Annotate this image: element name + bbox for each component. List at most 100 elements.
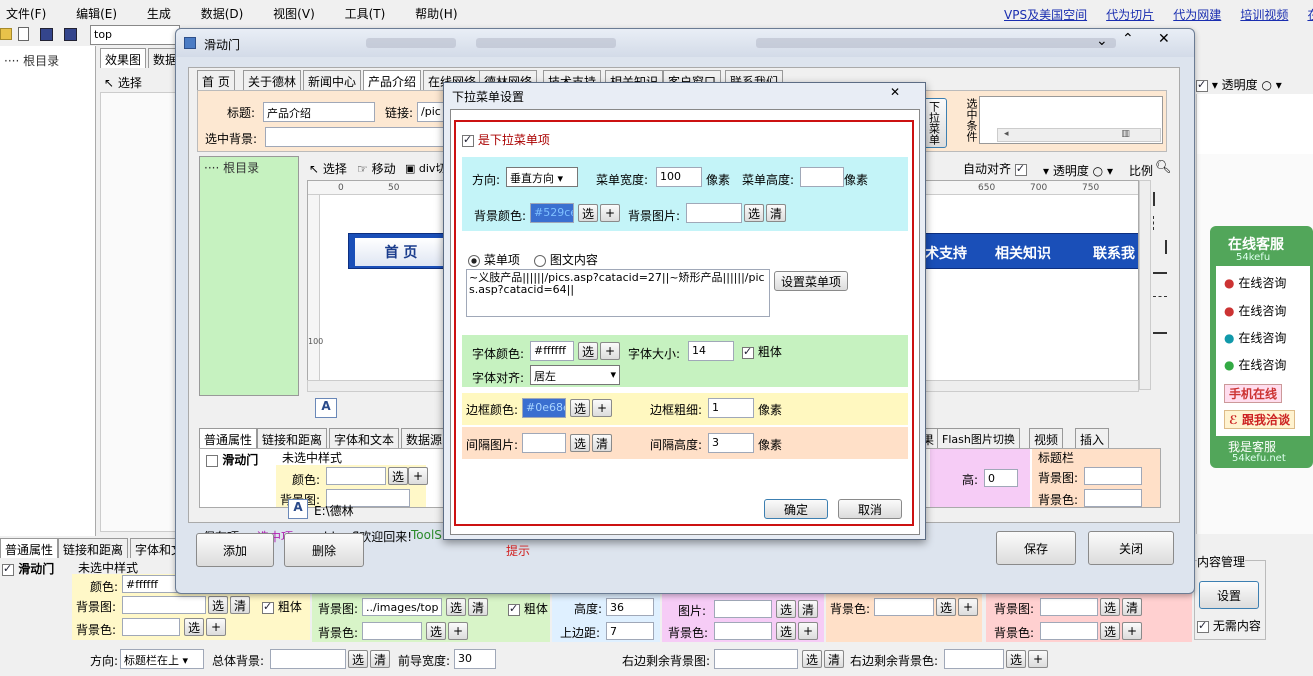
skype-consult[interactable]: ● 在线咨询 bbox=[1224, 329, 1286, 346]
gap-img-input[interactable] bbox=[522, 433, 566, 453]
font-color-add[interactable]: + bbox=[600, 342, 620, 360]
dropdown-close-icon[interactable]: ✕ bbox=[890, 85, 900, 99]
prop-height-input[interactable]: 0 bbox=[984, 469, 1018, 487]
bottom-bgcolor-add[interactable]: + bbox=[206, 618, 226, 636]
bottom-bold[interactable]: 粗体 bbox=[262, 598, 302, 615]
minimize-icon[interactable]: ⌄ bbox=[1096, 33, 1108, 49]
bottom-bgcolor5-add[interactable]: + bbox=[1122, 622, 1142, 640]
prop-tab-datasource[interactable]: 数据源 bbox=[401, 428, 448, 448]
bottom-bgimg2-clear[interactable]: 清 bbox=[468, 598, 488, 616]
mobile-online[interactable]: 手机在线 bbox=[1224, 384, 1283, 403]
menu-height-input[interactable] bbox=[800, 167, 844, 187]
bottom-bgimg5-clear[interactable]: 清 bbox=[1122, 598, 1142, 616]
font-color-pick[interactable]: 选 bbox=[578, 342, 598, 360]
bottom-top-input[interactable]: 7 bbox=[606, 622, 654, 640]
link-online[interactable]: 在线 bbox=[1307, 8, 1313, 22]
prop-color-input[interactable] bbox=[326, 467, 386, 485]
bottom-right-bgc-input[interactable] bbox=[944, 649, 1004, 669]
prop-bgimg2-input[interactable] bbox=[1084, 467, 1142, 485]
bottom-bold2[interactable]: 粗体 bbox=[508, 600, 548, 617]
content-setting-button[interactable]: 设置 bbox=[1199, 581, 1259, 609]
font-color-input[interactable]: #ffffff bbox=[530, 341, 574, 361]
bottom-bgcolor2-input[interactable] bbox=[362, 622, 422, 640]
no-content-check[interactable]: 无需内容 bbox=[1197, 617, 1261, 634]
menu-width-input[interactable]: 100 bbox=[656, 167, 702, 187]
gap-img-pick[interactable]: 选 bbox=[570, 434, 590, 452]
align-middle-icon[interactable] bbox=[1153, 296, 1167, 310]
link-slice[interactable]: 代为切片 bbox=[1106, 8, 1154, 22]
prop-tab-flash[interactable]: Flash图片切换 bbox=[937, 428, 1020, 448]
align-bottom-icon[interactable] bbox=[1153, 320, 1167, 334]
prop-color-pick[interactable]: 选 bbox=[388, 467, 408, 485]
menu-data[interactable]: 数据(D) bbox=[201, 7, 244, 21]
bottom-bgimg-input[interactable] bbox=[122, 596, 206, 614]
auto-align-label[interactable]: 自动对齐 bbox=[963, 160, 1027, 177]
opacity-label[interactable]: ▾ 透明度 ○ ▾ bbox=[1212, 78, 1282, 92]
tab-products[interactable]: 产品介绍 bbox=[363, 70, 422, 90]
prop-tab-common[interactable]: 普通属性 bbox=[199, 428, 258, 448]
gap-height-input[interactable]: 3 bbox=[708, 433, 754, 453]
bottom-bgimg-pick[interactable]: 选 bbox=[208, 596, 228, 614]
border-color-input[interactable]: #0e68e6 bbox=[522, 398, 566, 418]
bottom-total-bg-clear[interactable]: 清 bbox=[370, 650, 390, 668]
zoom-icon[interactable]: 🔍︎ bbox=[1155, 160, 1172, 175]
preview-nav-tech[interactable]: 术支持 bbox=[925, 243, 967, 263]
bottom-bgcolor-input[interactable] bbox=[122, 618, 180, 636]
font-align-select[interactable]: 居左 ▾ bbox=[530, 365, 620, 385]
qq-consult-1[interactable]: ● 在线咨询 bbox=[1224, 274, 1286, 291]
bottom-right-bg-clear[interactable]: 清 bbox=[824, 650, 844, 668]
bottom-right-bg-pick[interactable]: 选 bbox=[802, 650, 822, 668]
add-button[interactable]: 添加 bbox=[196, 533, 274, 567]
bottom-right-bg-input[interactable] bbox=[714, 649, 798, 669]
title-input[interactable]: 产品介绍 bbox=[263, 102, 375, 122]
bottom-bgcolor4-pick[interactable]: 选 bbox=[936, 598, 956, 616]
tab-news[interactable]: 新闻中心 bbox=[303, 70, 362, 90]
maximize-icon[interactable]: ⌃ bbox=[1122, 31, 1134, 47]
menu-build[interactable]: 生成 bbox=[147, 7, 171, 21]
bgcolor-input[interactable]: #529ce2 bbox=[530, 203, 574, 223]
bottom-height-input[interactable]: 36 bbox=[606, 598, 654, 616]
align-right-icon[interactable] bbox=[1153, 240, 1167, 254]
talk-with-me[interactable]: ℰ 跟我洽谈 bbox=[1224, 410, 1295, 429]
canvas-vscroll[interactable] bbox=[1139, 180, 1151, 390]
align-left-icon[interactable] bbox=[1153, 192, 1167, 206]
gap-img-clear[interactable]: 清 bbox=[592, 434, 612, 452]
tree-root[interactable]: ···· 根目录 bbox=[4, 52, 59, 69]
cancel-button[interactable]: 取消 bbox=[838, 499, 902, 519]
bottom-bgcolor4-input[interactable] bbox=[874, 598, 934, 616]
preview-nav-knowledge[interactable]: 相关知识 bbox=[995, 243, 1051, 263]
tab-home[interactable]: 首 页 bbox=[197, 70, 235, 90]
inner-select-tool[interactable]: ↖ 选择 bbox=[309, 160, 347, 177]
selected-bg-input[interactable] bbox=[265, 127, 445, 147]
prop-color-add[interactable]: + bbox=[408, 467, 428, 485]
bottom-tab-link[interactable]: 链接和距离 bbox=[58, 538, 129, 558]
border-color-pick[interactable]: 选 bbox=[570, 399, 590, 417]
bottom-lead-input[interactable]: 30 bbox=[454, 649, 496, 669]
menu-items-textarea[interactable]: ~义肢产品||||||/pics.asp?catacid=27||~矫形产品||… bbox=[466, 269, 770, 317]
radio-menu-item[interactable]: 菜单项 bbox=[468, 251, 520, 268]
link-site[interactable]: 代为网建 bbox=[1173, 8, 1221, 22]
bottom-bgcolor2-add[interactable]: + bbox=[448, 622, 468, 640]
prop-tab-link[interactable]: 链接和距离 bbox=[257, 428, 328, 448]
delete-button[interactable]: 删除 bbox=[284, 533, 364, 567]
qq-consult-2[interactable]: ● 在线咨询 bbox=[1224, 302, 1286, 319]
prop-title[interactable]: 滑动门 bbox=[206, 451, 258, 468]
bottom-dir-select[interactable]: 标题栏在上 ▾ bbox=[120, 649, 204, 669]
prop-bgcolor2-input[interactable] bbox=[1084, 489, 1142, 507]
msn-consult[interactable]: ● 在线咨询 bbox=[1224, 356, 1286, 373]
auto-align-check[interactable] bbox=[1196, 78, 1208, 92]
border-width-input[interactable]: 1 bbox=[708, 398, 754, 418]
bottom-bgcolor5-pick[interactable]: 选 bbox=[1100, 622, 1120, 640]
bottom-total-bg-pick[interactable]: 选 bbox=[348, 650, 368, 668]
menu-view[interactable]: 视图(V) bbox=[273, 7, 315, 21]
font-size-input[interactable]: 14 bbox=[688, 341, 734, 361]
radio-rich-content[interactable]: 图文内容 bbox=[534, 251, 598, 268]
dir-select[interactable]: 垂直方向 ▾ bbox=[506, 167, 578, 187]
prop-tab-video[interactable]: 视频 bbox=[1029, 428, 1064, 448]
new-icon[interactable] bbox=[18, 27, 29, 41]
preview-nav-contact[interactable]: 联系我 bbox=[1093, 243, 1135, 263]
bottom-bgcolor3-input[interactable] bbox=[714, 622, 772, 640]
bottom-bgimg2-input[interactable]: ../images/top bbox=[362, 598, 442, 616]
bottom-bgimg-clear[interactable]: 清 bbox=[230, 596, 250, 614]
opacity-control[interactable]: ▾ 透明度 ○ ▾ bbox=[1043, 162, 1113, 179]
